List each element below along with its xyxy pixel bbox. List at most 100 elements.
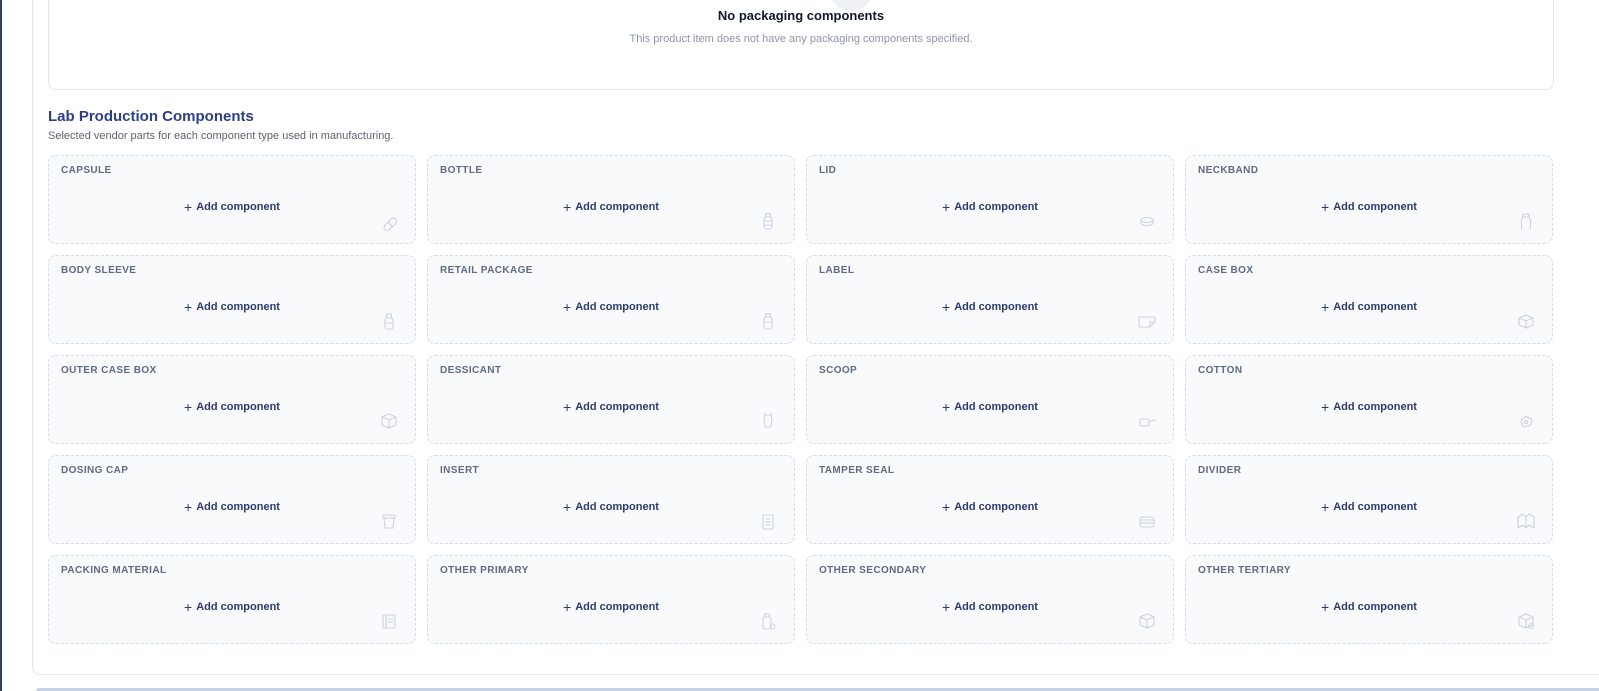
plus-icon: + [184,198,193,215]
component-card-lid: LID + Add component [806,155,1174,244]
component-type-label: BODY SLEEVE [61,265,137,276]
add-component-label: Add component [575,601,659,613]
component-grid: CAPSULE + Add component BOTTLE + Add componen… [48,155,1553,644]
neckband-icon [1516,211,1536,231]
add-component-button[interactable]: + Add component [428,598,794,615]
add-component-label: Add component [954,401,1038,413]
add-component-label: Add component [196,301,280,313]
add-component-label: Add component [196,601,280,613]
component-type-label: OUTER CASE BOX [61,365,157,376]
add-component-button[interactable]: + Add component [1186,498,1552,515]
component-type-label: DIVIDER [1198,465,1242,476]
add-component-label: Add component [954,301,1038,313]
scoop-icon [1137,411,1157,431]
add-component-button[interactable]: + Add component [49,298,415,315]
add-component-label: Add component [575,301,659,313]
add-component-button[interactable]: + Add component [807,398,1173,415]
add-component-button[interactable]: + Add component [1186,600,1552,614]
add-component-button[interactable]: + Add component [49,398,415,415]
insert-icon [758,511,778,531]
component-type-label: RETAIL PACKAGE [440,265,533,276]
component-type-label: NECKBAND [1198,165,1259,176]
plus-icon: + [184,398,193,415]
add-component-button[interactable]: + Add component [807,598,1173,615]
add-component-button[interactable]: + Add component [428,198,794,215]
component-card-capsule: CAPSULE + Add component [48,155,416,244]
primary-icon [758,611,778,631]
plus-icon: + [942,598,951,615]
component-card-divider: DIVIDER + Add component [1185,455,1553,544]
component-card-dessicant: DESSICANT + Add component [427,355,795,444]
add-component-label: Add component [1333,201,1417,213]
empty-state-subtitle: This product item does not have any pack… [629,33,973,45]
add-component-button[interactable]: + Add component [807,198,1173,215]
component-type-label: SCOOP [819,365,858,376]
plus-icon: + [563,398,572,415]
component-type-label: OTHER PRIMARY [440,565,529,576]
component-card-bottle: BOTTLE + Add component [427,155,795,244]
component-type-label: BOTTLE [440,165,483,176]
add-component-button[interactable]: + Add component [1186,198,1552,215]
component-card-insert: INSERT + Add component [427,455,795,544]
plus-icon: + [942,298,951,315]
component-type-label: OTHER SECONDARY [819,565,927,576]
add-component-label: Add component [1333,301,1417,313]
add-component-button[interactable]: + Add component [428,398,794,415]
plus-icon: + [184,598,193,615]
add-component-button[interactable]: + Add component [807,498,1173,515]
secondary-icon [1137,611,1157,631]
component-card-other-primary: OTHER PRIMARY + Add component [427,555,795,644]
add-component-label: Add component [575,501,659,513]
component-card-cotton: COTTON + Add component [1185,355,1553,444]
component-type-label: OTHER TERTIARY [1198,565,1292,576]
capsule-icon [379,211,399,231]
box-icon [1516,311,1536,331]
component-card-scoop: SCOOP + Add component [806,355,1174,444]
component-type-label: PACKING MATERIAL [61,565,167,576]
plus-icon: + [563,298,572,315]
cotton-icon [1516,411,1536,431]
cap-icon [379,511,399,531]
component-type-label: DESSICANT [440,365,502,376]
left-sidebar-edge [0,0,2,691]
component-card-label: LABEL + Add component [806,255,1174,344]
plus-icon: + [942,398,951,415]
add-component-button[interactable]: + Add component [49,198,415,215]
add-component-label: Add component [1333,401,1417,413]
component-type-label: DOSING CAP [61,465,129,476]
packaging-empty-state: No packaging components This product ite… [48,0,1554,90]
tertiary-icon [1516,611,1536,631]
divider-icon [1516,511,1536,531]
plus-icon: + [942,198,951,215]
desiccant-icon [758,411,778,431]
plus-icon: + [563,598,572,615]
package-icon [758,311,778,331]
add-component-button[interactable]: + Add component [49,598,415,615]
component-type-label: TAMPER SEAL [819,465,895,476]
plus-icon: + [942,498,951,515]
section-title: Lab Production Components [48,108,254,125]
plus-icon: + [1321,198,1330,215]
component-card-case-box: CASE BOX + Add component [1185,255,1553,344]
add-component-label: Add component [954,601,1038,613]
add-component-button[interactable]: + Add component [428,298,794,315]
component-card-other-tertiary: OTHER TERTIARY + Add component [1185,555,1553,644]
plus-icon: + [1321,498,1330,515]
plus-icon: + [184,298,193,315]
lid-icon [1137,211,1157,231]
add-component-label: Add component [954,201,1038,213]
add-component-button[interactable]: + Add component [807,298,1173,315]
bottle-icon [758,211,778,231]
component-type-label: CAPSULE [61,165,112,176]
add-component-button[interactable]: + Add component [1186,300,1552,314]
plus-icon: + [563,198,572,215]
add-component-button[interactable]: + Add component [49,500,415,514]
add-component-label: Add component [196,501,280,513]
component-type-label: LABEL [819,265,855,276]
add-component-button[interactable]: + Add component [1186,400,1552,414]
add-component-label: Add component [1333,501,1417,513]
component-card-outer-case-box: OUTER CASE BOX + Add component [48,355,416,444]
component-card-other-secondary: OTHER SECONDARY + Add component [806,555,1174,644]
component-type-label: COTTON [1198,365,1243,376]
add-component-button[interactable]: + Add component [428,500,794,514]
